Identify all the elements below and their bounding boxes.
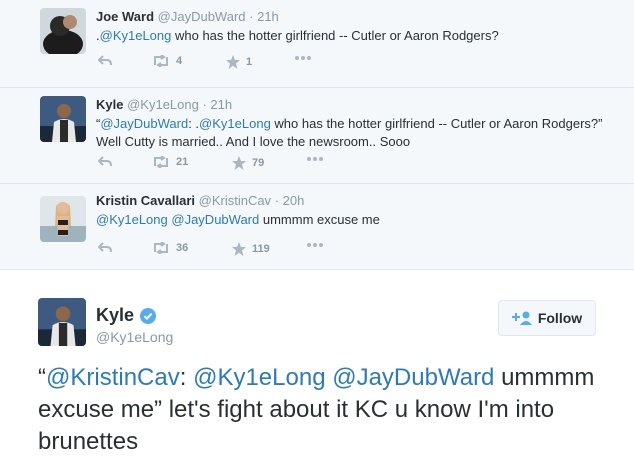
favorite-count: 1 [246, 56, 253, 68]
more-icon [307, 157, 323, 161]
more-icon [295, 56, 311, 60]
mention-link[interactable]: @JayDubWard [100, 116, 188, 131]
follow-button[interactable]: Follow [498, 300, 596, 336]
mention-link[interactable]: @JayDubWard [171, 212, 259, 227]
tweet-text: .@Ky1eLong who has the hotter girlfriend… [96, 28, 499, 43]
favorite-count: 79 [252, 157, 265, 169]
mention-link[interactable]: @JayDubWard [332, 364, 494, 391]
tweet-header: Kristin Cavallari @KristinCav · 20h [96, 193, 305, 208]
reply-button[interactable] [98, 55, 112, 67]
reply-icon [98, 242, 112, 253]
tweet-text: @Ky1eLong @JayDubWard ummmm excuse me [96, 212, 380, 227]
mention-link[interactable]: @Ky1eLong [96, 212, 168, 227]
retweet-count: 21 [176, 156, 189, 168]
retweet-icon [154, 55, 168, 67]
tweet-time[interactable]: 21h [257, 9, 279, 24]
tweet-header: Kyle @Ky1eLong · 21h [96, 97, 233, 112]
retweet-icon [154, 156, 168, 168]
star-icon [232, 156, 246, 170]
more-icon [307, 243, 323, 247]
avatar[interactable] [40, 96, 86, 142]
favorite-count: 119 [252, 243, 270, 255]
retweet-button[interactable]: 36 [152, 242, 188, 254]
verified-icon [140, 307, 157, 324]
retweet-button[interactable]: 21 [152, 156, 188, 168]
author-name[interactable]: Joe Ward [96, 9, 154, 24]
reply-button[interactable] [98, 156, 112, 168]
retweet-count: 36 [176, 242, 189, 254]
author-handle[interactable]: @KristinCav [199, 193, 271, 208]
author-name[interactable]: Kristin Cavallari [96, 193, 195, 208]
featured-author-name[interactable]: Kyle [96, 305, 157, 326]
favorite-button[interactable]: 119 [232, 242, 270, 256]
retweet-button[interactable]: 4 [152, 55, 182, 67]
favorite-button[interactable]: 1 [226, 55, 252, 69]
mention-link[interactable]: @KristinCav [46, 364, 180, 391]
author-handle[interactable]: @Ky1eLong [127, 97, 199, 112]
star-icon [226, 55, 240, 69]
avatar[interactable] [40, 8, 86, 54]
reply-icon [98, 156, 112, 167]
reply-button[interactable] [98, 242, 112, 254]
tweet-kyle: Kyle @Ky1eLong · 21h “@JayDubWard: .@Ky1… [0, 88, 634, 184]
tweet-time[interactable]: 21h [210, 97, 232, 112]
retweet-count: 4 [176, 55, 183, 67]
reply-icon [98, 55, 112, 66]
tweet-text: “@JayDubWard: .@Ky1eLong who has the hot… [96, 116, 603, 149]
tweet-joe-ward: Joe Ward @JayDubWard · 21h .@Ky1eLong wh… [0, 0, 634, 88]
author-name[interactable]: Kyle [96, 305, 134, 326]
avatar[interactable] [40, 196, 86, 242]
featured-tweet-text: “@KristinCav: @Ky1eLong @JayDubWard ummm… [38, 364, 595, 455]
favorite-button[interactable]: 79 [232, 156, 264, 170]
follow-label: Follow [537, 310, 583, 326]
star-icon [232, 242, 246, 256]
author-handle[interactable]: @JayDubWard [158, 9, 246, 24]
mention-link[interactable]: @Ky1eLong [100, 28, 172, 43]
avatar[interactable] [38, 298, 86, 346]
follow-user-icon [511, 311, 532, 325]
retweet-icon [154, 242, 168, 254]
tweet-time[interactable]: 20h [283, 193, 305, 208]
featured-author-handle[interactable]: @Ky1eLong [96, 329, 173, 345]
more-button[interactable] [306, 242, 324, 248]
tweet-kristin-cavallari: Kristin Cavallari @KristinCav · 20h @Ky1… [0, 184, 634, 270]
more-button[interactable] [306, 156, 324, 162]
mention-link[interactable]: @Ky1eLong [199, 116, 271, 131]
more-button[interactable] [294, 55, 312, 61]
tweet-header: Joe Ward @JayDubWard · 21h [96, 9, 279, 24]
mention-link[interactable]: @Ky1eLong [193, 364, 325, 391]
author-name[interactable]: Kyle [96, 97, 123, 112]
